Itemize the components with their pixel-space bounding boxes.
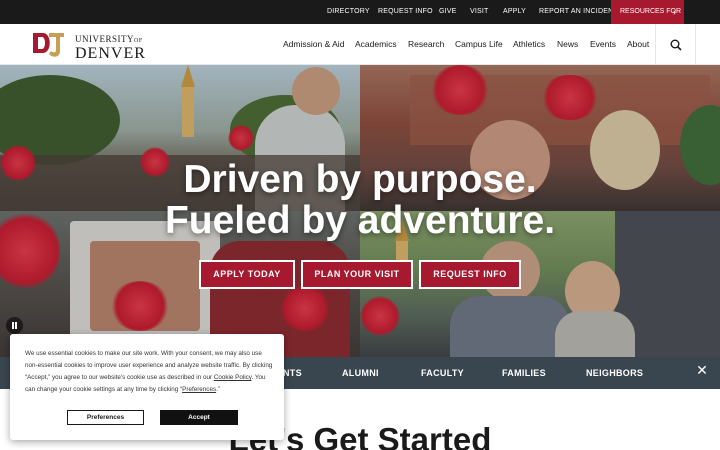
university-logo[interactable]: UNIVERSITYOF DENVER: [32, 31, 152, 62]
audience-link-families[interactable]: FAMILIES: [502, 357, 546, 389]
nav-academics[interactable]: Academics: [355, 24, 397, 65]
chevron-right-icon: ›: [673, 7, 676, 17]
nav-research[interactable]: Research: [408, 24, 444, 65]
search-button[interactable]: [655, 24, 696, 65]
nav-admission-aid[interactable]: Admission & Aid: [283, 24, 344, 65]
pause-icon[interactable]: [6, 317, 23, 334]
resources-for-button[interactable]: RESOURCES FOR ›: [611, 0, 684, 24]
nav-about[interactable]: About: [627, 24, 649, 65]
cookie-consent-dialog: We use essential cookies to make our sit…: [10, 334, 284, 440]
nav-events[interactable]: Events: [590, 24, 616, 65]
nav-campus-life[interactable]: Campus Life: [455, 24, 503, 65]
utility-link-visit[interactable]: VISIT: [470, 0, 489, 24]
nav-athletics[interactable]: Athletics: [513, 24, 545, 65]
audience-link-students[interactable]: NTS: [283, 357, 302, 389]
cookie-message: We use essential cookies to make our sit…: [25, 350, 273, 393]
preferences-link[interactable]: Preferences: [182, 386, 216, 393]
audience-link-alumni[interactable]: ALUMNI: [342, 357, 379, 389]
plan-your-visit-button[interactable]: PLAN YOUR VISIT: [301, 260, 413, 289]
logo-wordmark: UNIVERSITYOF DENVER: [75, 34, 146, 62]
audience-link-neighbors[interactable]: NEIGHBORS: [586, 357, 643, 389]
accept-button[interactable]: Accept: [160, 410, 238, 425]
utility-link-directory[interactable]: DIRECTORY: [327, 0, 370, 24]
nav-news[interactable]: News: [557, 24, 578, 65]
apply-today-button[interactable]: APPLY TODAY: [199, 260, 295, 289]
utility-link-report-incident[interactable]: REPORT AN INCIDENT: [539, 0, 618, 24]
utility-bar: DIRECTORY REQUEST INFO GIVE VISIT APPLY …: [0, 0, 720, 24]
close-icon[interactable]: ✕: [693, 361, 711, 379]
resources-for-label: RESOURCES FOR: [620, 8, 682, 15]
preferences-button[interactable]: Preferences: [67, 410, 144, 425]
audience-link-faculty[interactable]: FACULTY: [421, 357, 464, 389]
utility-link-request-info[interactable]: REQUEST INFO: [378, 0, 433, 24]
heading-bold: Started: [377, 421, 492, 450]
main-header: UNIVERSITYOF DENVER Admission & Aid Acad…: [0, 24, 720, 65]
hero-section: Driven by purpose. Fueled by adventure. …: [0, 65, 720, 357]
du-monogram-icon: [33, 33, 64, 57]
utility-link-give[interactable]: GIVE: [439, 0, 457, 24]
search-icon: [670, 39, 682, 51]
request-info-button[interactable]: REQUEST INFO: [419, 260, 521, 289]
hero-headline: Driven by purpose. Fueled by adventure.: [164, 158, 556, 242]
cookie-policy-link[interactable]: Cookie Policy: [214, 374, 252, 381]
utility-link-apply[interactable]: APPLY: [503, 0, 526, 24]
